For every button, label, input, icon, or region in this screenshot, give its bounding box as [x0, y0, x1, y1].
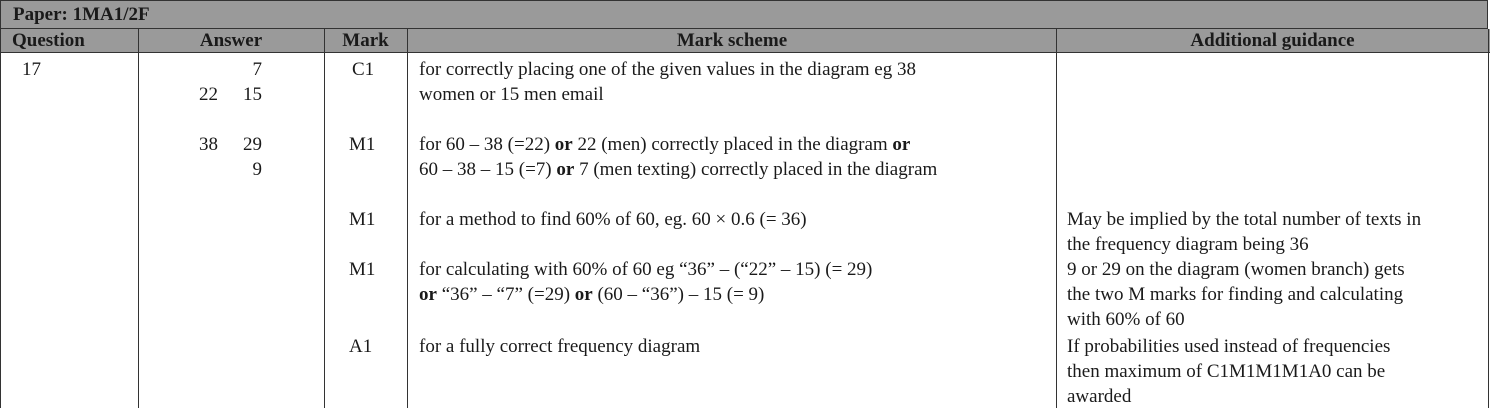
mark-scheme-text: for a fully correct frequency diagram: [419, 334, 700, 359]
mark-scheme-text: for correctly placing one of the given v…: [419, 57, 916, 107]
answer-value: 38: [199, 134, 218, 155]
text-run: 7 (men texting) correctly placed in the …: [574, 159, 938, 180]
mark-scheme-line: for calculating with 60% of 60 eg “36” –…: [419, 257, 872, 282]
header-additional-guidance: Additional guidance: [1190, 30, 1355, 51]
mark-code: A1: [349, 336, 373, 357]
guidance-line: the two M marks for finding and calculat…: [1067, 284, 1404, 305]
mark-code: M1: [349, 134, 376, 155]
guidance-line: with 60% of 60: [1067, 309, 1185, 330]
mark-scheme-line: women or 15 men email: [419, 82, 916, 107]
table-header-row: Question Answer Mark Mark scheme Additio…: [0, 29, 1490, 53]
mark-scheme-line: 60 – 38 – 15 (=7) or 7 (men texting) cor…: [419, 157, 937, 182]
header-mark: Mark: [342, 30, 389, 51]
answer-value: 9: [252, 159, 263, 180]
bold-keyword: or: [892, 134, 911, 155]
text-run: for a method to find 60% of 60, eg. 60 ×…: [419, 209, 807, 230]
text-run: for a fully correct frequency diagram: [419, 336, 701, 357]
text-run: for 60 – 38 (=22): [419, 134, 555, 155]
column-divider: [1056, 29, 1057, 408]
text-run: 22 (men) correctly placed in the diagram: [572, 134, 893, 155]
mark-scheme-text: for calculating with 60% of 60 eg “36” –…: [419, 257, 872, 307]
bold-keyword: or: [556, 159, 575, 180]
additional-guidance-text: May be implied by the total number of te…: [1067, 207, 1421, 257]
column-divider: [407, 29, 408, 408]
mark-code: M1: [349, 209, 376, 230]
header-answer: Answer: [199, 30, 263, 51]
text-run: for correctly placing one of the given v…: [419, 59, 916, 80]
mark-code: M1: [349, 259, 376, 280]
guidance-line: the frequency diagram being 36: [1067, 234, 1309, 255]
column-divider: [0, 29, 1, 408]
column-divider: [138, 29, 139, 408]
mark-code: C1: [352, 59, 375, 80]
mark-scheme-line: for a fully correct frequency diagram: [419, 334, 700, 359]
mark-scheme-text: for a method to find 60% of 60, eg. 60 ×…: [419, 207, 807, 232]
text-run: 60 – 38 – 15 (=7): [419, 159, 557, 180]
paper-title: Paper: 1MA1/2F: [13, 4, 150, 25]
answer-value: 7: [252, 59, 263, 80]
text-run: women or 15 men email: [419, 84, 604, 105]
bold-keyword: or: [419, 284, 437, 305]
additional-guidance-text: 9 or 29 on the diagram (women branch) ge…: [1067, 257, 1405, 332]
text-run: for calculating with 60% of 60 eg “36” –…: [419, 259, 873, 280]
header-mark-scheme: Mark scheme: [676, 30, 788, 51]
bold-keyword: or: [574, 284, 593, 305]
guidance-line: If probabilities used instead of frequen…: [1067, 336, 1391, 357]
header-question: Question: [12, 30, 85, 51]
text-run: (60 – “36”) – 15 (= 9): [592, 284, 765, 305]
answer-value: 29: [243, 134, 262, 155]
mark-scheme-table: Paper: 1MA1/2F Question Answer Mark Mark…: [0, 0, 1490, 408]
mark-scheme-line: for a method to find 60% of 60, eg. 60 ×…: [419, 207, 807, 232]
mark-scheme-line: or “36” – “7” (=29) or (60 – “36”) – 15 …: [419, 282, 872, 307]
question-number: 17: [22, 59, 41, 80]
guidance-line: then maximum of C1M1M1M1A0 can be: [1067, 361, 1386, 382]
answer-value: 22: [199, 84, 218, 105]
paper-title-bar: Paper: 1MA1/2F: [0, 0, 1488, 29]
additional-guidance-text: If probabilities used instead of frequen…: [1067, 334, 1390, 409]
guidance-line: May be implied by the total number of te…: [1067, 209, 1422, 230]
text-run: “36” – “7” (=29): [436, 284, 575, 305]
column-divider: [324, 29, 325, 408]
guidance-line: awarded: [1067, 386, 1132, 407]
bold-keyword: or: [554, 134, 573, 155]
answer-value: 15: [243, 84, 262, 105]
column-divider: [1488, 29, 1489, 408]
guidance-line: 9 or 29 on the diagram (women branch) ge…: [1067, 259, 1405, 280]
mark-scheme-line: for correctly placing one of the given v…: [419, 57, 916, 82]
mark-scheme-text: for 60 – 38 (=22) or 22 (men) correctly …: [419, 132, 937, 182]
mark-scheme-line: for 60 – 38 (=22) or 22 (men) correctly …: [419, 132, 937, 157]
